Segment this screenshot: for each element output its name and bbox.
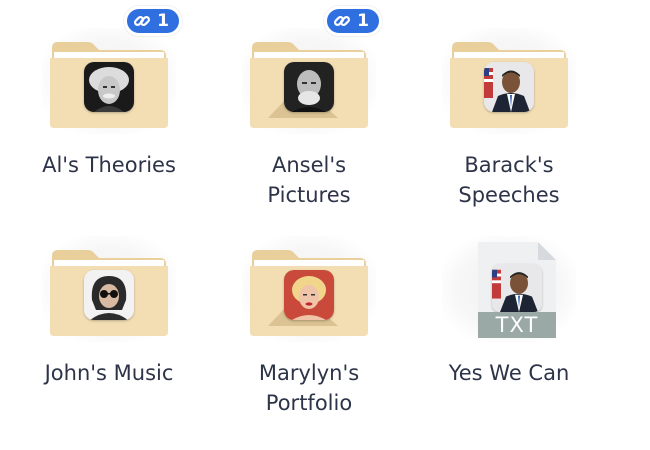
folder-item-als-theories[interactable]: 1 Al's Theories <box>14 6 204 180</box>
ansel-portrait <box>284 62 334 112</box>
obama-portrait <box>484 62 534 112</box>
folder-tile <box>442 28 576 134</box>
monroe-portrait <box>284 270 334 320</box>
folder-tile: 1 <box>42 6 182 134</box>
link-icon <box>334 15 351 27</box>
folder-label: Barack's Speeches <box>458 153 560 207</box>
folder-label: Ansel's Pictures <box>267 153 351 207</box>
folder-item-ansels-pictures[interactable]: 1 Ansel's Pictures <box>214 6 404 210</box>
einstein-portrait <box>84 62 134 112</box>
link-count: 1 <box>157 11 169 31</box>
folder-item-baracks-speeches[interactable]: Barack's Speeches <box>414 28 604 210</box>
folder-label: Marylyn's Portfolio <box>258 361 360 415</box>
folder-item-johns-music[interactable]: John's Music <box>14 236 204 388</box>
file-item-yes-we-can[interactable]: TXT Yes We Can <box>414 236 604 388</box>
file-type-label: TXT <box>478 312 556 338</box>
file-tile: TXT <box>442 236 576 342</box>
link-badge[interactable]: 1 <box>124 6 182 36</box>
folder-tile: 1 <box>242 6 382 134</box>
link-count: 1 <box>357 11 369 31</box>
folder-label: Al's Theories <box>42 153 176 177</box>
folder-item-marylyns-portfolio[interactable]: Marylyn's Portfolio <box>214 236 404 418</box>
link-icon <box>134 15 151 27</box>
txt-file-icon: TXT <box>478 242 556 338</box>
folder-label: John's Music <box>44 361 174 385</box>
file-label: Yes We Can <box>448 361 570 385</box>
lennon-portrait <box>84 270 134 320</box>
folder-tile <box>242 236 376 342</box>
link-badge[interactable]: 1 <box>324 6 382 36</box>
folder-tile <box>42 236 176 342</box>
obama-portrait <box>492 264 542 312</box>
